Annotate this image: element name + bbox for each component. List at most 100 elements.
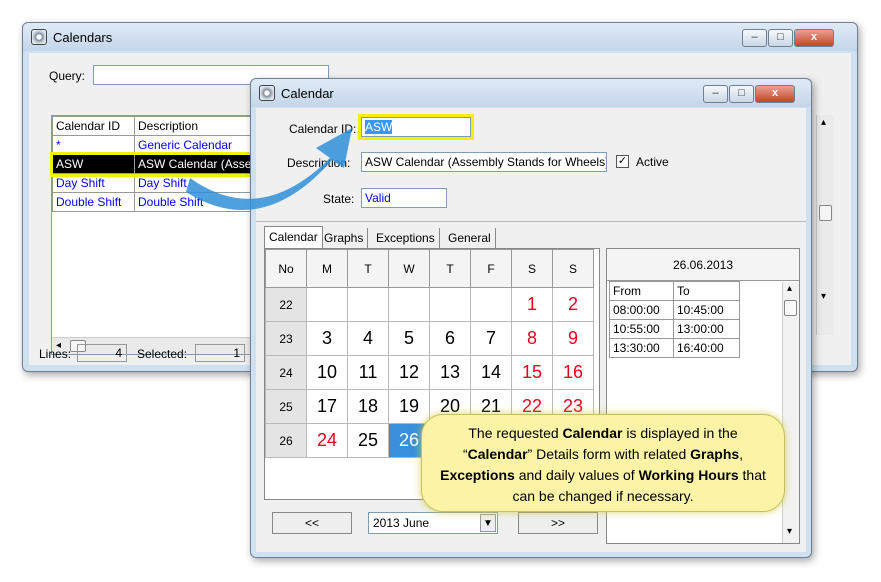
day-cell[interactable]: [306, 287, 348, 322]
hours-scrollbar[interactable]: ▴ ▾: [782, 282, 799, 543]
header-day: S: [552, 249, 594, 288]
table-row-selected[interactable]: ASW ASW Calendar (Assem: [49, 151, 278, 177]
week-number: 26: [265, 423, 307, 458]
callout-text: and daily values of: [514, 467, 639, 483]
table-row[interactable]: Double Shift Double Shift: [52, 192, 275, 212]
day-cell[interactable]: 4: [347, 321, 389, 356]
scroll-down-icon[interactable]: ▾: [787, 526, 792, 537]
cell-from[interactable]: 13:30:00: [609, 338, 674, 358]
cell-id: ASW: [52, 154, 135, 174]
month-select[interactable]: 2013 June ▼: [368, 512, 498, 534]
tab-graphs[interactable]: Graphs: [320, 228, 369, 250]
state-field[interactable]: Valid: [361, 188, 447, 208]
day-cell[interactable]: 6: [429, 321, 471, 356]
week-row: 23 3 4 5 6 7 8 9: [265, 321, 594, 356]
day-cell[interactable]: 8: [511, 321, 553, 356]
scroll-thumb[interactable]: [784, 300, 797, 316]
chevron-down-icon[interactable]: ▼: [480, 514, 496, 532]
header-day: F: [470, 249, 512, 288]
day-cell[interactable]: 10: [306, 355, 348, 390]
table-header: Calendar ID Description: [52, 116, 275, 136]
cell-to[interactable]: 16:40:00: [673, 338, 740, 358]
day-cell[interactable]: 11: [347, 355, 389, 390]
day-cell[interactable]: 5: [388, 321, 430, 356]
cell-to[interactable]: 13:00:00: [673, 319, 740, 339]
week-number: 22: [265, 287, 307, 322]
week-number: 25: [265, 389, 307, 424]
calendar-titlebar[interactable]: Calendar – □ x: [251, 79, 811, 107]
day-cell[interactable]: [429, 287, 471, 322]
working-hours-table: From To 08:00:00 10:45:00 10:55:00 13:00…: [609, 281, 740, 358]
table-row[interactable]: Day Shift Day Shift: [52, 173, 275, 193]
maximize-button[interactable]: □: [729, 85, 754, 103]
prev-month-button[interactable]: <<: [272, 512, 352, 534]
day-cell[interactable]: 19: [388, 389, 430, 424]
day-cell[interactable]: 13: [429, 355, 471, 390]
day-cell[interactable]: 16: [552, 355, 594, 390]
day-cell[interactable]: [470, 287, 512, 322]
week-row: 24 10 11 12 13 14 15 16: [265, 355, 594, 390]
active-label: Active: [636, 155, 669, 169]
calendar-id-label: Calendar ID:: [289, 122, 357, 136]
active-checkbox[interactable]: ✓: [616, 155, 629, 168]
table-header: From To: [609, 281, 740, 301]
tab-general[interactable]: General: [444, 228, 496, 250]
day-cell[interactable]: 14: [470, 355, 512, 390]
scroll-up-icon[interactable]: ▴: [821, 117, 826, 128]
minimize-button[interactable]: –: [742, 29, 767, 47]
callout-note: The requested Calendar is displayed in t…: [421, 414, 785, 512]
lines-value: 4: [77, 344, 127, 362]
day-cell[interactable]: 12: [388, 355, 430, 390]
table-row[interactable]: 10:55:00 13:00:00: [609, 319, 740, 339]
header-day: T: [347, 249, 389, 288]
column-header-calendar-id[interactable]: Calendar ID: [52, 116, 135, 136]
column-header-from[interactable]: From: [609, 281, 674, 301]
scroll-thumb[interactable]: [819, 205, 832, 221]
description-field[interactable]: ASW Calendar (Assembly Stands for Wheels…: [361, 152, 607, 172]
week-row: 22 1 2: [265, 287, 594, 322]
day-cell[interactable]: 15: [511, 355, 553, 390]
lines-label: Lines:: [39, 347, 72, 361]
callout-bold: Calendar: [562, 425, 623, 441]
cell-to[interactable]: 10:45:00: [673, 300, 740, 320]
tab-calendar[interactable]: Calendar: [264, 226, 323, 248]
cell-from[interactable]: 10:55:00: [609, 319, 674, 339]
day-cell[interactable]: [388, 287, 430, 322]
day-cell[interactable]: 3: [306, 321, 348, 356]
next-month-button[interactable]: >>: [518, 512, 598, 534]
maximize-button[interactable]: □: [768, 29, 793, 47]
cell-id: *: [52, 135, 135, 155]
tab-bar: [256, 221, 806, 222]
close-button[interactable]: x: [755, 85, 795, 103]
scroll-up-icon[interactable]: ▴: [787, 283, 792, 294]
week-number: 24: [265, 355, 307, 390]
table-row[interactable]: * Generic Calendar: [52, 135, 275, 155]
query-label: Query:: [49, 69, 86, 83]
calendar-id-field[interactable]: ASW: [361, 117, 471, 137]
day-cell[interactable]: 9: [552, 321, 594, 356]
close-button[interactable]: x: [794, 29, 834, 47]
header-day: T: [429, 249, 471, 288]
calendar-title: Calendar: [281, 86, 334, 101]
vertical-scrollbar[interactable]: ▴ ▾: [816, 115, 834, 335]
day-cell[interactable]: 24: [306, 423, 348, 458]
day-cell[interactable]: [347, 287, 389, 322]
cell-from[interactable]: 08:00:00: [609, 300, 674, 320]
callout-bold: Exceptions: [440, 467, 515, 483]
scroll-down-icon[interactable]: ▾: [821, 291, 826, 302]
tab-exceptions[interactable]: Exceptions: [372, 228, 440, 250]
header-no: No: [265, 249, 307, 288]
day-cell[interactable]: 25: [347, 423, 389, 458]
minimize-button[interactable]: –: [703, 85, 728, 103]
day-cell[interactable]: 1: [511, 287, 553, 322]
table-row[interactable]: 13:30:00 16:40:00: [609, 338, 740, 358]
day-cell[interactable]: 17: [306, 389, 348, 424]
column-header-to[interactable]: To: [673, 281, 740, 301]
calendars-titlebar[interactable]: Calendars – □ x: [23, 23, 857, 51]
cell-id: Double Shift: [52, 192, 135, 212]
calendars-table: Calendar ID Description * Generic Calend…: [49, 116, 278, 212]
day-cell[interactable]: 2: [552, 287, 594, 322]
day-cell[interactable]: 18: [347, 389, 389, 424]
day-cell[interactable]: 7: [470, 321, 512, 356]
table-row[interactable]: 08:00:00 10:45:00: [609, 300, 740, 320]
